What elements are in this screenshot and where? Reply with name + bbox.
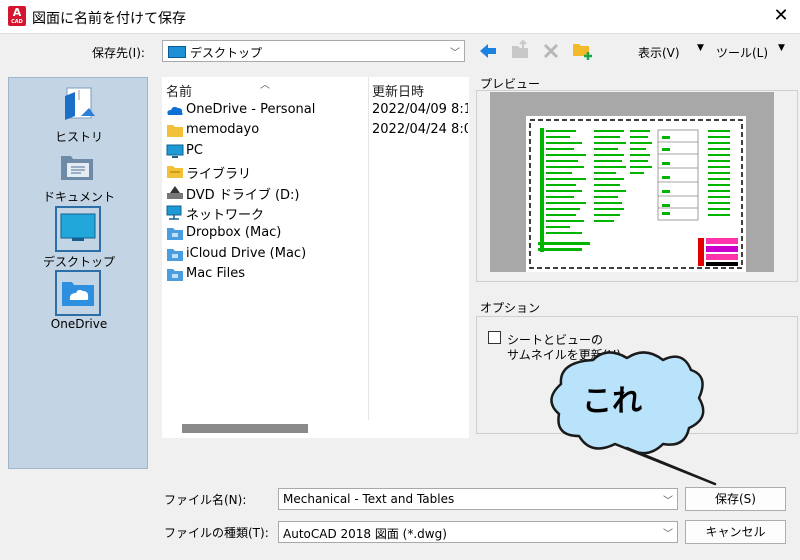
- tools-menu-label: ツール(L): [716, 46, 769, 60]
- list-item[interactable]: iCloud Drive (Mac): [162, 245, 469, 265]
- app-icon-sub: CAD: [11, 19, 23, 25]
- network-folder-icon: [167, 249, 183, 261]
- list-item[interactable]: DVD ドライブ (D:): [162, 183, 469, 203]
- file-name: PC: [186, 143, 203, 158]
- save-button[interactable]: 保存(S): [685, 487, 786, 511]
- list-item[interactable]: Mac Files: [162, 265, 469, 285]
- dvd-drive-icon: [167, 186, 183, 199]
- file-name: DVD ドライブ (D:): [186, 188, 300, 203]
- view-menu[interactable]: 表示(V): [638, 44, 680, 61]
- places-label-history: ヒストリ: [54, 130, 103, 144]
- filename-input[interactable]: Mechanical - Text and Tables: [283, 492, 454, 506]
- update-thumbnails-checkbox[interactable]: [488, 331, 501, 344]
- desktop-icon: [60, 213, 96, 241]
- list-item[interactable]: OneDrive - Personal 2022/04/09 8:12: [162, 101, 469, 121]
- places-item-desktop[interactable]: デスクトップ: [9, 206, 149, 270]
- file-date: 2022/04/09 8:12: [372, 102, 468, 117]
- drawing-thumbnail: [526, 116, 746, 272]
- list-item[interactable]: ネットワーク: [162, 203, 469, 223]
- up-folder-icon[interactable]: [510, 40, 530, 60]
- file-date: 2022/04/24 8:06: [372, 122, 468, 137]
- onedrive-icon: [167, 106, 183, 115]
- chevron-down-icon: ﹀: [450, 48, 460, 59]
- network-icon: [166, 205, 182, 220]
- file-list[interactable]: 名前 ︿ 更新日時 OneDrive - Personal 2022/04/09…: [162, 77, 469, 420]
- list-item[interactable]: PC: [162, 142, 469, 162]
- places-label-desktop: デスクトップ: [42, 255, 115, 269]
- cancel-button-label: キャンセル: [705, 525, 766, 539]
- file-name: ライブラリ: [186, 167, 252, 182]
- pc-icon: [166, 144, 184, 158]
- network-folder-icon: [167, 228, 183, 240]
- save-button-label: 保存(S): [715, 492, 756, 506]
- save-in-value: デスクトップ: [190, 46, 263, 60]
- filetype-label: ファイルの種類(T):: [164, 526, 269, 540]
- filename-combo[interactable]: Mechanical - Text and Tables ﹀: [278, 488, 678, 510]
- close-button[interactable]: ✕: [770, 5, 792, 27]
- column-header-name[interactable]: 名前: [166, 81, 192, 100]
- window-title: 図面に名前を付けて保存: [32, 11, 186, 27]
- list-item[interactable]: memodayo 2022/04/24 8:06: [162, 121, 469, 141]
- autocad-app-icon: A CAD: [8, 6, 26, 26]
- folder-icon: [167, 125, 183, 137]
- places-item-documents[interactable]: ドキュメント: [9, 146, 149, 208]
- delete-icon[interactable]: [542, 42, 560, 60]
- places-label-documents: ドキュメント: [42, 190, 115, 204]
- back-arrow-icon[interactable]: [478, 42, 498, 60]
- onedrive-icon: [62, 282, 94, 306]
- preview-image: [490, 92, 774, 272]
- scrollbar-thumb[interactable]: [182, 424, 308, 433]
- places-label-onedrive: OneDrive: [50, 317, 108, 331]
- file-name: Dropbox (Mac): [186, 225, 282, 240]
- chevron-down-icon[interactable]: ﹀: [663, 492, 673, 507]
- library-folder-icon: [167, 166, 183, 178]
- options-label: オプション: [480, 301, 541, 315]
- column-header-date[interactable]: 更新日時: [372, 81, 424, 100]
- save-in-dropdown[interactable]: デスクトップ ﹀: [162, 40, 465, 62]
- file-name: memodayo: [186, 122, 260, 137]
- list-item[interactable]: Dropbox (Mac): [162, 224, 469, 244]
- callout-text: これ: [582, 384, 642, 419]
- file-name: Mac Files: [186, 266, 245, 281]
- network-folder-icon: [167, 269, 183, 281]
- list-item[interactable]: ライブラリ: [162, 162, 469, 182]
- filename-label: ファイル名(N):: [164, 493, 247, 507]
- view-dropdown-arrow-icon[interactable]: ▼: [697, 43, 704, 53]
- cancel-button[interactable]: キャンセル: [685, 520, 786, 544]
- app-icon-letter: A: [12, 6, 22, 19]
- new-folder-icon[interactable]: [572, 40, 594, 60]
- places-item-history[interactable]: ヒストリ: [9, 86, 149, 146]
- save-in-label: 保存先(I):: [92, 46, 145, 60]
- callout-bubble: [550, 351, 717, 486]
- tools-menu[interactable]: ツール(L): [716, 44, 768, 61]
- horizontal-scrollbar[interactable]: [162, 420, 469, 438]
- sort-ascending-icon: ︿: [260, 80, 270, 91]
- filetype-value: AutoCAD 2018 図面 (*.dwg): [283, 527, 447, 541]
- places-item-onedrive[interactable]: OneDrive: [9, 270, 149, 334]
- documents-icon: [61, 156, 93, 180]
- file-name: OneDrive - Personal: [186, 102, 316, 117]
- history-icon: [65, 87, 95, 120]
- file-name: ネットワーク: [186, 208, 265, 223]
- filetype-dropdown[interactable]: AutoCAD 2018 図面 (*.dwg) ﹀: [278, 521, 678, 543]
- chevron-down-icon[interactable]: ﹀: [663, 525, 673, 540]
- file-name: iCloud Drive (Mac): [186, 246, 307, 261]
- view-menu-label: 表示(V): [638, 46, 680, 60]
- desktop-small-icon: [168, 46, 186, 58]
- tools-dropdown-arrow-icon[interactable]: ▼: [778, 43, 785, 53]
- places-bar: ヒストリ ドキュメント デスクトップ OneDrive: [8, 77, 148, 469]
